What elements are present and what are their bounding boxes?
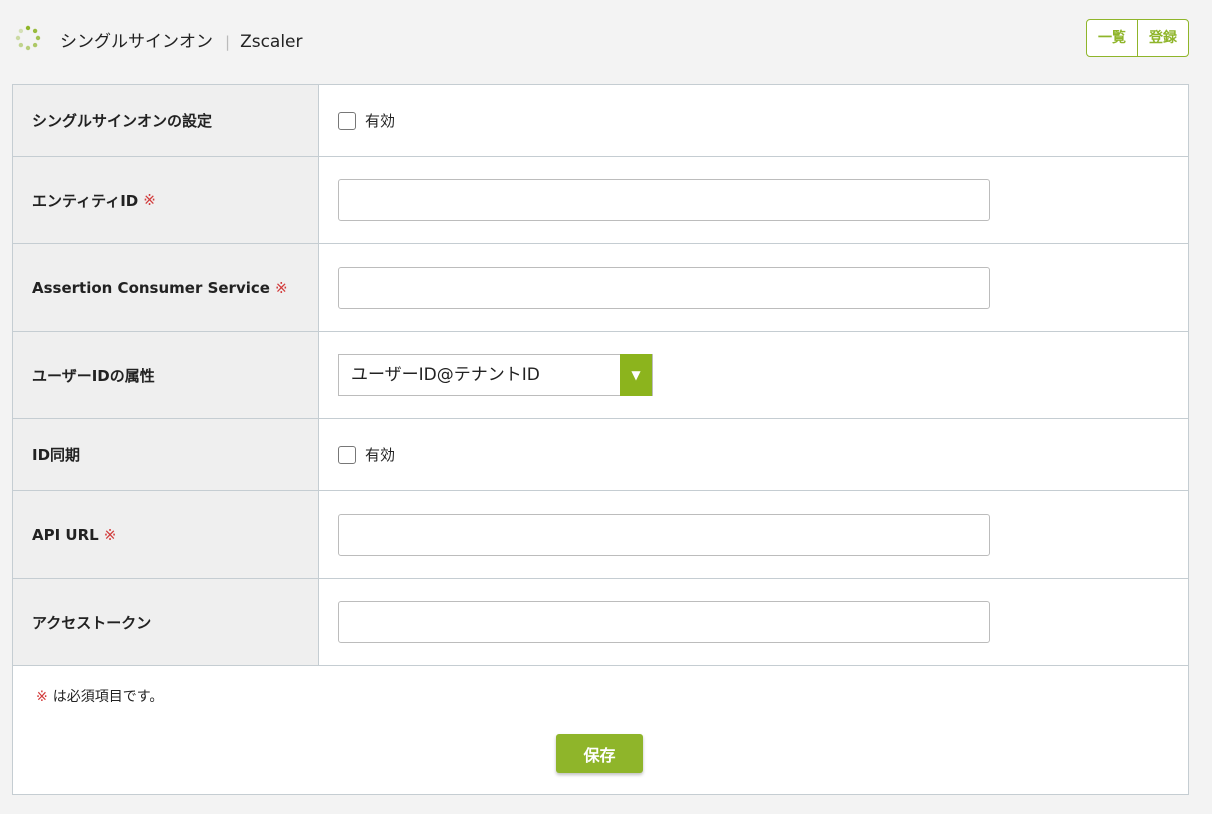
row-label: ユーザーIDの属性: [13, 332, 319, 418]
chevron-down-icon[interactable]: ▼: [620, 354, 652, 396]
save-button[interactable]: 保存: [556, 734, 643, 773]
row-field: [319, 491, 1188, 578]
row-field: ユーザーID@テナントID ▼: [319, 332, 1188, 418]
api-url-input[interactable]: [338, 513, 990, 556]
form-row-acs: Assertion Consumer Service ※: [13, 244, 1188, 332]
row-label: エンティティID ※: [13, 157, 319, 243]
id-sync-enabled-checkbox[interactable]: [338, 445, 356, 464]
sso-enabled-checkbox[interactable]: [338, 111, 356, 130]
required-note-text: は必須項目です。: [52, 689, 164, 705]
select-value: ユーザーID@テナントID: [351, 365, 540, 385]
checkbox-label: 有効: [365, 112, 396, 130]
list-button[interactable]: 一覧: [1087, 20, 1137, 56]
row-field: 有効: [319, 419, 1188, 490]
row-label: Assertion Consumer Service ※: [13, 244, 319, 331]
required-note-mark: ※: [36, 689, 48, 705]
row-field: 有効: [319, 85, 1188, 156]
header-button-group: 一覧 登録: [1086, 19, 1189, 57]
form-row-entity-id: エンティティID ※: [13, 157, 1188, 244]
form-row-sso-setting: シングルサインオンの設定 有効: [13, 85, 1188, 157]
row-label: API URL ※: [13, 491, 319, 578]
required-note: ※ は必須項目です。: [36, 686, 163, 706]
page-header: シングルサインオン | Zscaler 一覧 登録: [0, 0, 1212, 76]
entity-id-input[interactable]: [338, 179, 990, 221]
access-token-input[interactable]: [338, 601, 990, 643]
row-label: ID同期: [13, 419, 319, 490]
checkbox-label: 有効: [365, 446, 396, 464]
page-title: シングルサインオン | Zscaler: [60, 27, 303, 52]
required-mark: ※: [143, 191, 156, 209]
form-row-id-sync: ID同期 有効: [13, 419, 1188, 491]
form-row-access-token: アクセストークン: [13, 579, 1188, 666]
user-id-attribute-select[interactable]: ユーザーID@テナントID ▼: [338, 354, 653, 396]
required-mark: ※: [103, 525, 117, 544]
page-title-sub: Zscaler: [240, 32, 303, 52]
spinner-dots-icon: [15, 25, 41, 51]
required-mark: ※: [274, 278, 288, 297]
sso-settings-form: シングルサインオンの設定 有効 エンティティID ※ Assertion Cons…: [12, 84, 1189, 795]
acs-input[interactable]: [338, 266, 990, 309]
register-button[interactable]: 登録: [1137, 20, 1188, 56]
row-label: アクセストークン: [13, 579, 319, 665]
row-label: シングルサインオンの設定: [13, 85, 319, 156]
page-title-main: シングルサインオン: [60, 32, 213, 52]
form-row-user-id-attribute: ユーザーIDの属性 ユーザーID@テナントID ▼: [13, 332, 1188, 419]
row-field: [319, 157, 1188, 243]
row-field: [319, 579, 1188, 665]
form-row-api-url: API URL ※: [13, 491, 1188, 579]
row-field: [319, 244, 1188, 331]
title-separator: |: [225, 33, 231, 51]
